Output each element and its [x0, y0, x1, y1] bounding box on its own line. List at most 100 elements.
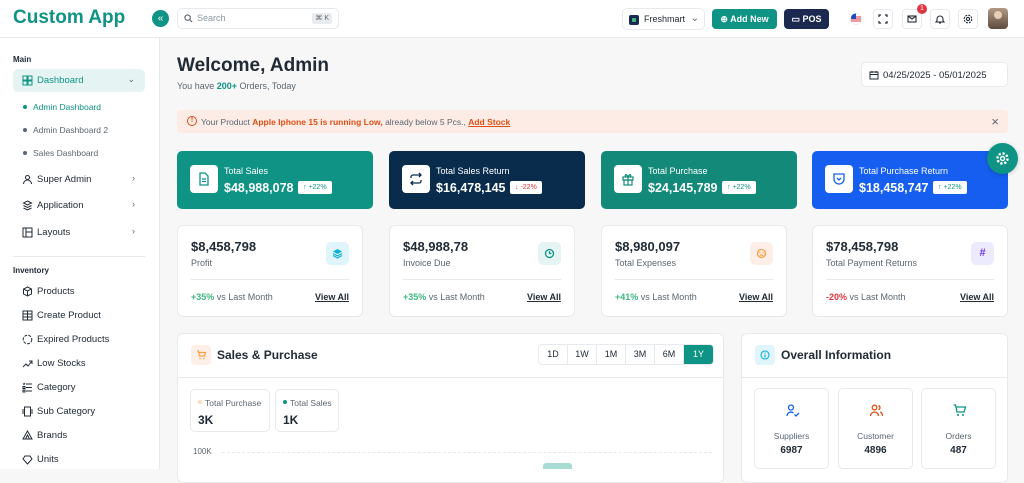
store-selector[interactable]: Freshmart ⌄ [622, 8, 705, 30]
date-range-value: 04/25/2025 - 05/01/2025 [883, 70, 987, 81]
plus-circle-icon: ⊕ [720, 14, 731, 24]
sidebar-item-sub-category[interactable]: Sub Category [13, 402, 145, 422]
pos-button[interactable]: ▭ POS [784, 9, 829, 29]
range-1d[interactable]: 1D [539, 345, 568, 364]
box-icon [23, 286, 32, 297]
sidebar-item-label: Super Admin [37, 174, 92, 185]
stat-change: +22% [943, 184, 962, 191]
gift-icon [614, 165, 642, 193]
stat-change: +22% [308, 184, 327, 191]
trending-down-icon [22, 360, 33, 368]
carousel-icon [22, 406, 33, 417]
file-icon [190, 165, 218, 193]
sidebar-item-category[interactable]: Category [13, 378, 145, 398]
stat-change-badge: ↑ +22% [298, 181, 332, 194]
sidebar-subitem-admin-dashboard-2[interactable]: Admin Dashboard 2 [23, 125, 143, 137]
metric-label: Total Expenses [615, 258, 677, 268]
customizer-button[interactable] [987, 143, 1018, 174]
range-1w[interactable]: 1W [568, 345, 597, 364]
mail-count-badge: 1 [917, 4, 927, 14]
sidebar-section-main: Main [13, 55, 32, 64]
alert-middle: already below 5 Pcs., [382, 117, 469, 127]
stat-card-total-sales: Total Sales $48,988,078 ↑ +22% [177, 151, 373, 209]
add-new-button[interactable]: ⊕ Add New [712, 9, 777, 29]
search-input[interactable]: Search ⌘ K [177, 8, 339, 29]
search-shortcut: ⌘ K [312, 13, 332, 24]
add-new-label: Add New [730, 14, 769, 24]
overall-value: 4896 [864, 445, 887, 456]
chevron-right-icon: › [132, 173, 135, 183]
metric-card-total-expenses: $8,980,097 Total Expenses +41% vs Last M… [601, 225, 787, 317]
stat-value: $16,478,145 [436, 181, 506, 195]
apps-icon [22, 200, 33, 211]
range-3m[interactable]: 3M [626, 345, 655, 364]
card-divider [615, 279, 773, 280]
collapse-sidebar-button[interactable]: « [152, 10, 169, 27]
us-flag-icon [850, 13, 862, 25]
metric-label: Profit [191, 258, 213, 268]
card-divider [191, 279, 349, 280]
sidebar-item-label: Sub Category [37, 406, 96, 417]
view-all-link[interactable]: View All [960, 292, 994, 302]
language-flag-button[interactable] [846, 9, 866, 29]
sidebar-item-super-admin[interactable]: Super Admin › [13, 168, 145, 191]
top-bar: Custom App « Search ⌘ K Freshmart ⌄ ⊕ Ad… [0, 0, 1024, 38]
sidebar-item-expired-products[interactable]: Expired Products [13, 330, 145, 350]
range-1y[interactable]: 1Y [684, 345, 713, 364]
user-avatar[interactable] [988, 8, 1008, 29]
user-shield-icon [23, 175, 32, 185]
metric-change-suffix: vs Last Month [847, 292, 906, 302]
metric-card-invoice-due: $48,988,78 Invoice Due +35% vs Last Mont… [389, 225, 575, 317]
close-icon[interactable]: × [991, 114, 999, 129]
date-range-picker[interactable]: 04/25/2025 - 05/01/2025 [861, 62, 1008, 87]
sidebar-item-dashboard[interactable]: Dashboard ⌄ [13, 69, 145, 92]
sidebar-item-create-product[interactable]: Create Product [13, 306, 145, 326]
legend-dot [198, 400, 202, 404]
sidebar-item-low-stocks[interactable]: Low Stocks [13, 354, 145, 374]
legend-total-purchase: Total Purchase 3K [190, 389, 270, 432]
order-count: 200+ [216, 81, 237, 91]
view-all-link[interactable]: View All [739, 292, 773, 302]
legend-label: Total Sales [290, 398, 332, 408]
sidebar-subitem-label: Sales Dashboard [33, 148, 99, 158]
sidebar-item-brands[interactable]: Brands [13, 426, 145, 446]
sidebar-item-units[interactable]: Units [13, 450, 145, 470]
triangles-icon [22, 430, 33, 440]
overall-card-orders: Orders 487 [921, 388, 996, 469]
fullscreen-button[interactable] [873, 9, 893, 29]
sidebar-subitem-sales-dashboard[interactable]: Sales Dashboard [23, 148, 143, 160]
stat-change: +22% [732, 184, 751, 191]
chart-bar [543, 463, 572, 469]
bell-icon [934, 15, 946, 24]
sidebar-item-label: Dashboard [37, 75, 84, 86]
view-all-link[interactable]: View All [527, 292, 561, 302]
sidebar-item-application[interactable]: Application › [13, 194, 145, 217]
view-all-link[interactable]: View All [315, 292, 349, 302]
sidebar-item-products[interactable]: Products [13, 282, 145, 302]
settings-button[interactable] [958, 9, 978, 29]
legend-dot [283, 400, 287, 404]
overall-value: 6987 [780, 445, 803, 456]
stat-card-total-purchase: Total Purchase $24,145,789 ↑ +22% [601, 151, 797, 209]
range-6m[interactable]: 6M [655, 345, 684, 364]
panel-header: Overall Information [742, 334, 1007, 378]
notifications-button[interactable] [930, 9, 950, 29]
sidebar-subitem-admin-dashboard[interactable]: Admin Dashboard [23, 102, 143, 114]
layers-icon [326, 242, 349, 265]
shopping-cart-icon [953, 404, 967, 416]
add-stock-link[interactable]: Add Stock [468, 117, 510, 127]
range-1m[interactable]: 1M [597, 345, 626, 364]
sidebar-item-label: Low Stocks [37, 358, 86, 369]
search-placeholder: Search [197, 13, 226, 23]
overall-card-suppliers: Suppliers 6987 [754, 388, 829, 469]
page-subtitle: You have 200+ Orders, Today [177, 81, 296, 91]
clock-icon [538, 242, 561, 265]
stat-label: Total Sales Return [436, 166, 510, 176]
stat-label: Total Purchase Return [859, 166, 949, 176]
sidebar-item-label: Application [37, 200, 84, 211]
app-logo[interactable]: Custom App [13, 7, 125, 29]
sidebar: Main Dashboard ⌄ Admin Dashboard Admin D… [0, 38, 160, 469]
sidebar-item-layouts[interactable]: Layouts › [13, 221, 145, 244]
chevron-down-icon: ⌄ [127, 74, 135, 84]
stat-change-badge: ↑ +22% [722, 181, 756, 194]
